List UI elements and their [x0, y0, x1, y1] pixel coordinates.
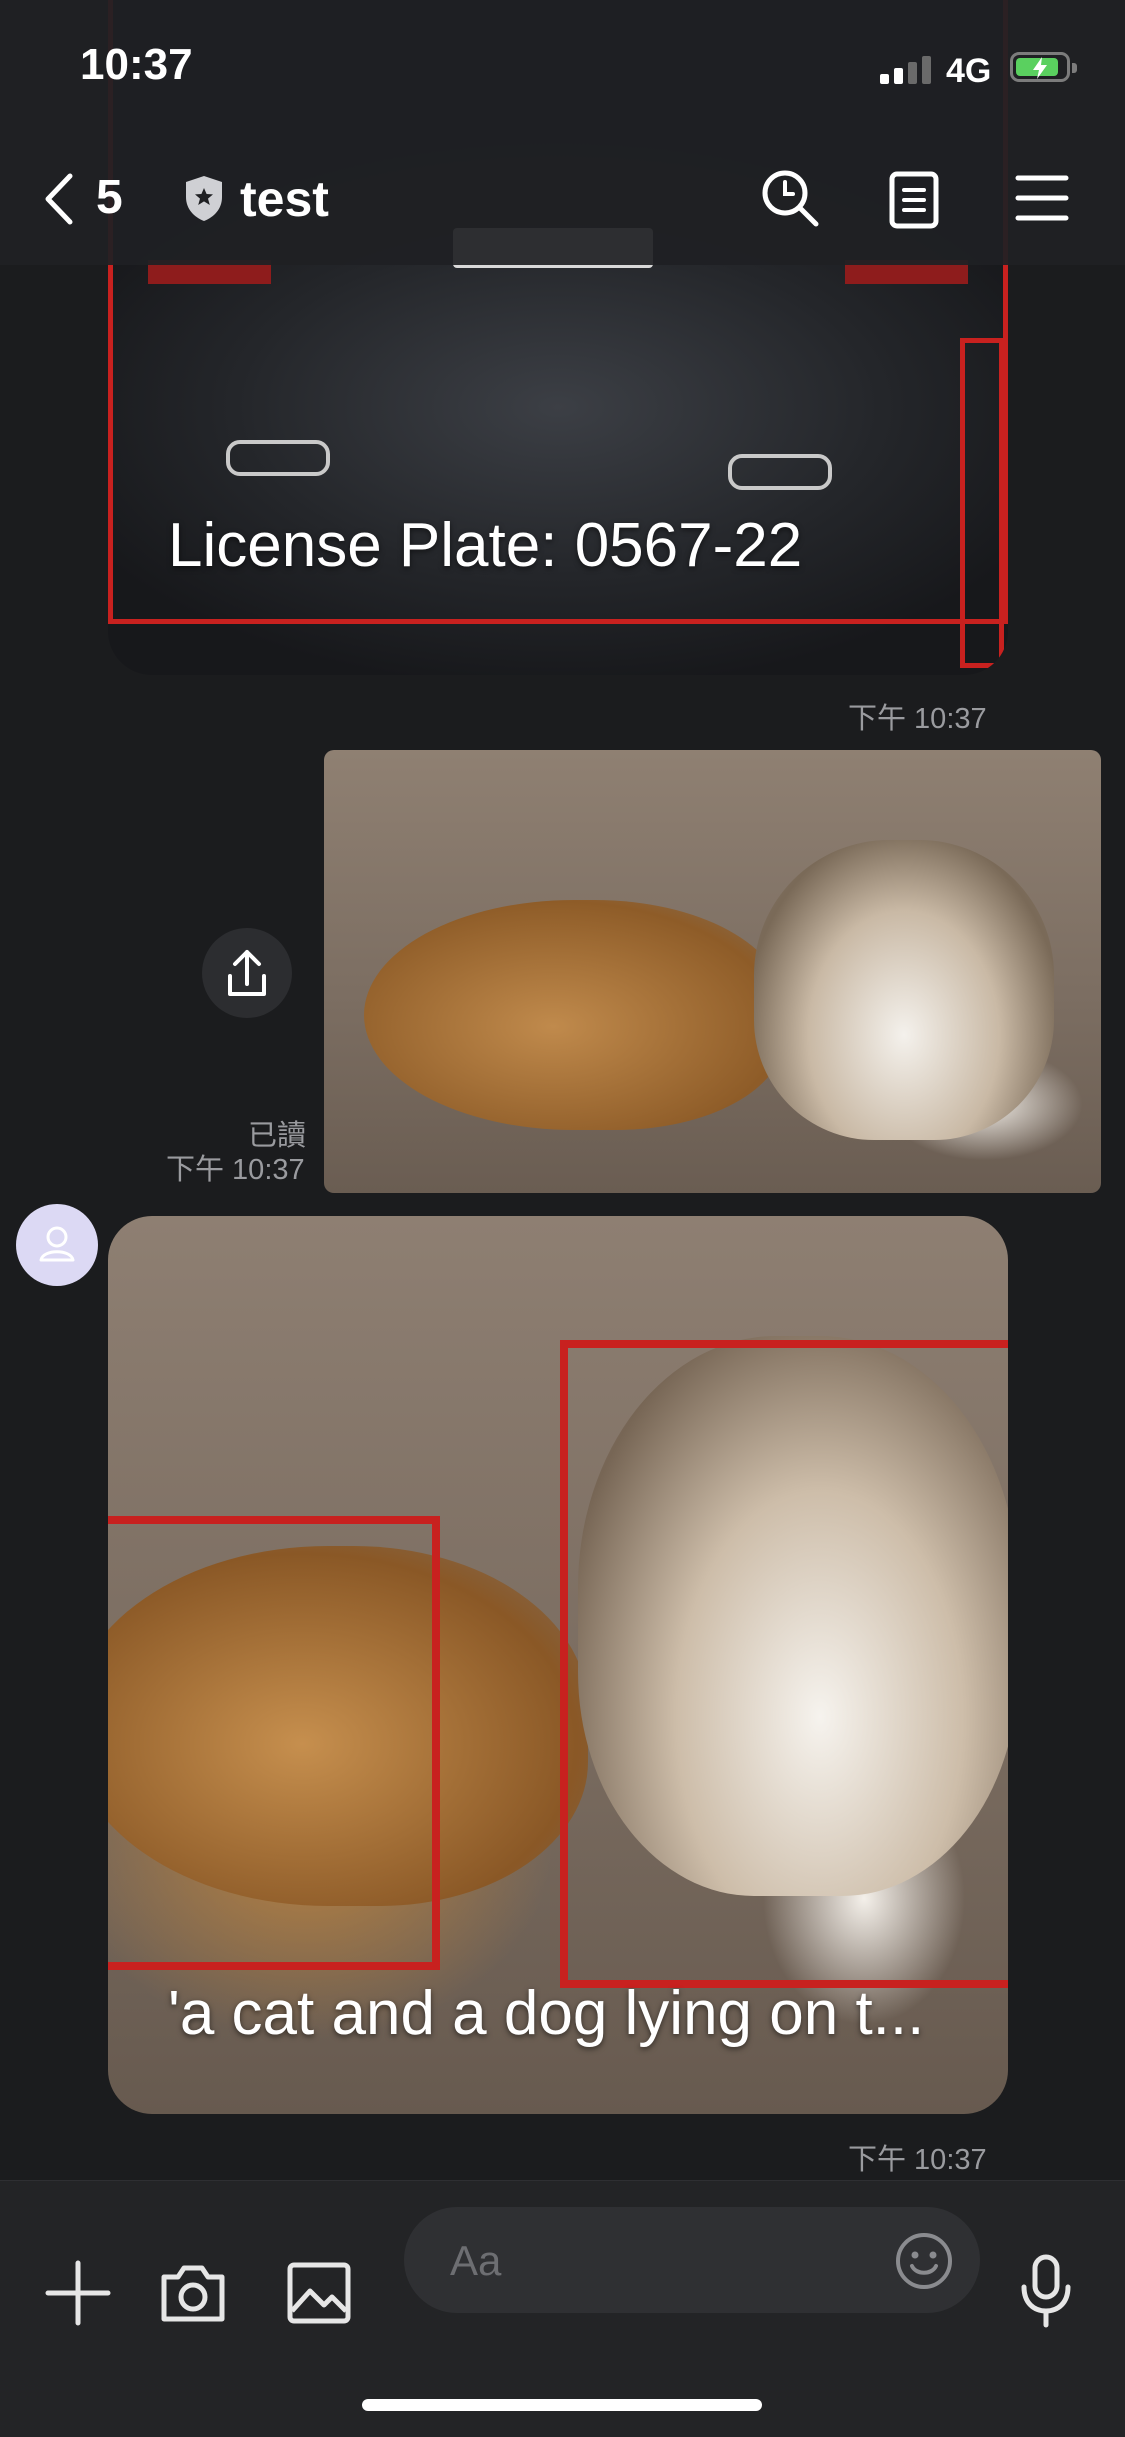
- back-button[interactable]: 5: [38, 164, 148, 234]
- kitten-figure: [754, 840, 1054, 1140]
- image-icon[interactable]: [286, 2261, 352, 2325]
- camera-icon[interactable]: [158, 2261, 228, 2325]
- microphone-icon[interactable]: [1018, 2253, 1074, 2329]
- message-input-placeholder: Aa: [450, 2237, 502, 2284]
- message-received-image[interactable]: 'a cat and a dog lying on t...: [108, 1216, 1008, 2114]
- network-label: 4G: [946, 52, 992, 90]
- share-button[interactable]: [202, 928, 292, 1018]
- image-caption: 'a cat and a dog lying on t...: [168, 1979, 925, 2048]
- share-icon: [228, 950, 266, 996]
- chevron-left-icon: [45, 173, 73, 225]
- status-time: 10:37: [80, 40, 193, 89]
- chat-title[interactable]: test: [240, 170, 329, 228]
- message-timestamp: 下午 10:37: [848, 2144, 987, 2176]
- message-input[interactable]: Aa: [404, 2207, 980, 2313]
- menu-icon[interactable]: [1014, 172, 1070, 224]
- unread-count: 5: [96, 171, 123, 224]
- top-bar: 10:37 4G 5 test: [0, 0, 1125, 265]
- plus-icon[interactable]: [44, 2259, 112, 2327]
- message-timestamp: 下午 10:37: [848, 703, 987, 735]
- input-bar: Aa: [0, 2180, 1125, 2437]
- notes-icon[interactable]: [888, 170, 940, 230]
- detection-box-dog: [108, 1516, 440, 1970]
- home-indicator: [362, 2399, 762, 2411]
- search-icon[interactable]: [758, 166, 822, 230]
- emoji-icon[interactable]: [894, 2231, 954, 2291]
- image-caption: License Plate: 0567-22: [168, 511, 803, 580]
- dog-figure: [364, 900, 784, 1130]
- detection-box-cat: [560, 1340, 1008, 1988]
- message-sent-image[interactable]: [324, 750, 1101, 1193]
- shield-icon: [186, 176, 222, 221]
- person-icon: [39, 1226, 75, 1262]
- detection-box: [960, 338, 1004, 668]
- signal-icon: [880, 54, 934, 84]
- message-timestamp: 下午 10:37: [166, 1154, 305, 1186]
- battery-icon: [1010, 52, 1077, 82]
- avatar[interactable]: [16, 1204, 98, 1286]
- chat-area[interactable]: License Plate: 0567-22 下午 10:37 已讀 下午 10…: [0, 0, 1125, 2180]
